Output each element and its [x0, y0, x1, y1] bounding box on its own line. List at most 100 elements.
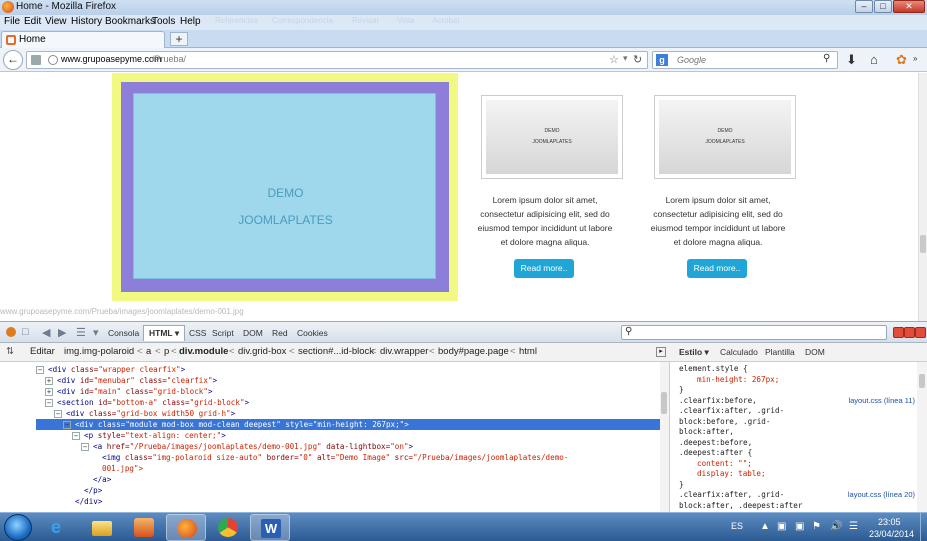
tab-consola[interactable]: Consola [108, 328, 139, 338]
taskbar-explorer[interactable] [82, 514, 122, 541]
back-history-icon[interactable]: ◀ [42, 326, 50, 339]
breadcrumb-item[interactable]: p [164, 346, 169, 357]
html-tree-node[interactable]: </p> [36, 485, 660, 496]
menu-bookmarks[interactable]: Bookmarks [105, 16, 155, 27]
collapse-node-icon[interactable]: − [45, 399, 53, 407]
taskbar-ie[interactable]: e [40, 514, 80, 541]
collapse-node-icon[interactable]: − [36, 366, 44, 374]
menu-view[interactable]: View [45, 16, 67, 27]
start-button[interactable] [4, 514, 32, 541]
firebug-close-button[interactable] [915, 327, 926, 338]
html-tree-node-selected[interactable]: − <div class="module mod-box mod-clean de… [36, 419, 660, 430]
breadcrumb-item[interactable]: a [146, 346, 151, 357]
breadcrumb-item[interactable]: div.wrapper [380, 346, 428, 357]
show-desktop-button[interactable] [920, 513, 927, 541]
firebug-menu-icon[interactable] [6, 327, 16, 337]
html-tree-node[interactable]: 001.jpg"> [36, 463, 660, 474]
tray-app-icon[interactable]: ▣ [795, 521, 804, 532]
tray-app-icon[interactable]: ▣ [777, 521, 786, 532]
search-icon[interactable]: ⚲ [823, 53, 830, 64]
url-dropdown-icon[interactable]: ▾ [623, 53, 628, 64]
page-scrollbar-thumb[interactable] [920, 235, 926, 253]
show-hidden-icons-icon[interactable]: ▲ [760, 521, 770, 532]
menu-edit[interactable]: Edit [24, 16, 41, 27]
search-bar[interactable]: g ⚲ [652, 51, 838, 69]
google-engine-icon[interactable]: g [656, 54, 668, 66]
css-pane-scrollbar-thumb[interactable] [919, 374, 925, 388]
read-more-button[interactable]: Read more.. [514, 259, 574, 278]
css-source-link[interactable]: layout.css (línea 11) [848, 396, 915, 406]
panel-menu-icon[interactable]: ☰ [76, 326, 86, 339]
clock-time[interactable]: 23:05 [878, 517, 901, 527]
menu-help[interactable]: Help [180, 16, 201, 27]
taskbar-firefox[interactable] [166, 514, 206, 541]
maximize-button[interactable]: □ [874, 0, 892, 13]
reload-icon[interactable]: ↻ [633, 53, 642, 66]
minimize-button[interactable]: – [855, 0, 873, 13]
firebug-minimize-button[interactable] [893, 327, 904, 338]
tab-script[interactable]: Script [212, 328, 234, 338]
taskbar-media-player[interactable] [124, 514, 164, 541]
html-pane-scrollbar-thumb[interactable] [661, 392, 667, 414]
collapse-node-icon[interactable]: − [63, 421, 71, 429]
back-button[interactable]: ← [3, 50, 23, 70]
expand-panel-icon[interactable]: ▸ [656, 347, 666, 357]
firebug-icon[interactable]: ✿ [896, 52, 907, 68]
css-source-link[interactable]: layout.css (línea 20) [848, 490, 915, 500]
clock-date[interactable]: 23/04/2014 [869, 529, 914, 539]
language-indicator[interactable]: ES [731, 521, 743, 531]
card-image[interactable]: DEMO JOOMLAPLATES [654, 95, 796, 179]
card-image[interactable]: DEMO JOOMLAPLATES [481, 95, 623, 179]
read-more-button[interactable]: Read more.. [687, 259, 747, 278]
menu-tools[interactable]: Tools [152, 16, 175, 27]
hero-image[interactable]: DEMO JOOMLAPLATES [133, 93, 436, 279]
breadcrumb-item[interactable]: html [519, 346, 537, 357]
html-tree-node[interactable]: − <section id="bottom-a" class="grid-bloc… [36, 397, 660, 408]
css-pane-scrollbar[interactable] [917, 362, 927, 512]
firebug-search-field[interactable]: ⚲ [621, 325, 887, 340]
page-info-icon[interactable] [31, 55, 41, 65]
css-property-line[interactable]: content: ""; [671, 459, 917, 470]
collapse-node-icon[interactable]: − [54, 410, 62, 418]
edit-button[interactable]: Editar [30, 346, 55, 357]
taskbar-word[interactable]: W [250, 514, 290, 541]
tab-html[interactable]: HTML ▾ [143, 325, 186, 341]
html-tree-node[interactable]: − <div class="grid-box width50 grid-h"> [36, 408, 660, 419]
action-center-icon[interactable]: ⚑ [812, 521, 821, 532]
forward-history-icon[interactable]: ▶ [58, 326, 66, 339]
home-icon[interactable]: ⌂ [870, 52, 878, 67]
tab-css[interactable]: CSS [189, 328, 206, 338]
breadcrumb-item[interactable]: section#...id-block [298, 346, 374, 357]
search-input[interactable] [677, 54, 817, 66]
close-window-button[interactable]: ✕ [893, 0, 925, 13]
side-tab-calculado[interactable]: Calculado [720, 347, 758, 357]
breadcrumb-item[interactable]: div.grid-box [238, 346, 286, 357]
bookmark-star-icon[interactable]: ☆ [609, 53, 619, 66]
taskbar-chrome[interactable] [208, 514, 248, 541]
inspect-element-icon[interactable]: □ [22, 326, 29, 338]
css-property-line[interactable]: display: table; [671, 469, 917, 480]
breadcrumb-item[interactable]: img.img-polaroid [64, 346, 134, 357]
side-tab-estilo[interactable]: Estilo ▾ [679, 347, 709, 358]
html-tree-node[interactable]: </div> [36, 496, 660, 507]
volume-icon[interactable]: 🔊 [830, 521, 842, 532]
side-tab-dom[interactable]: DOM [805, 347, 825, 357]
tab-home[interactable]: Home [1, 31, 165, 48]
breadcrumb-item[interactable]: body#page.page [438, 346, 509, 357]
html-tree-node[interactable]: + <div id="menubar" class="clearfix"> [36, 375, 660, 386]
url-bar[interactable]: www.grupoasepyme.com /Prueba/ ☆ ▾ ↻ [26, 51, 648, 69]
firebug-detach-button[interactable] [904, 327, 915, 338]
overflow-chevron-icon[interactable]: » [913, 54, 917, 63]
break-icon[interactable]: ⇅ [6, 346, 14, 357]
css-property-line[interactable]: min-height: 267px; [671, 375, 917, 386]
side-tab-plantilla[interactable]: Plantilla [765, 347, 795, 357]
html-tree-node[interactable]: − <div class="wrapper clearfix"> [36, 364, 660, 375]
new-tab-button[interactable]: + [170, 32, 188, 46]
html-tree-node[interactable]: + <div id="main" class="grid-block"> [36, 386, 660, 397]
html-tree-node[interactable]: </a> [36, 474, 660, 485]
collapse-node-icon[interactable]: − [72, 432, 80, 440]
downloads-icon[interactable]: ⬇ [846, 52, 857, 68]
menu-file[interactable]: File [4, 16, 20, 27]
html-pane-scrollbar[interactable] [660, 362, 669, 512]
tab-cookies[interactable]: Cookies [297, 328, 328, 338]
